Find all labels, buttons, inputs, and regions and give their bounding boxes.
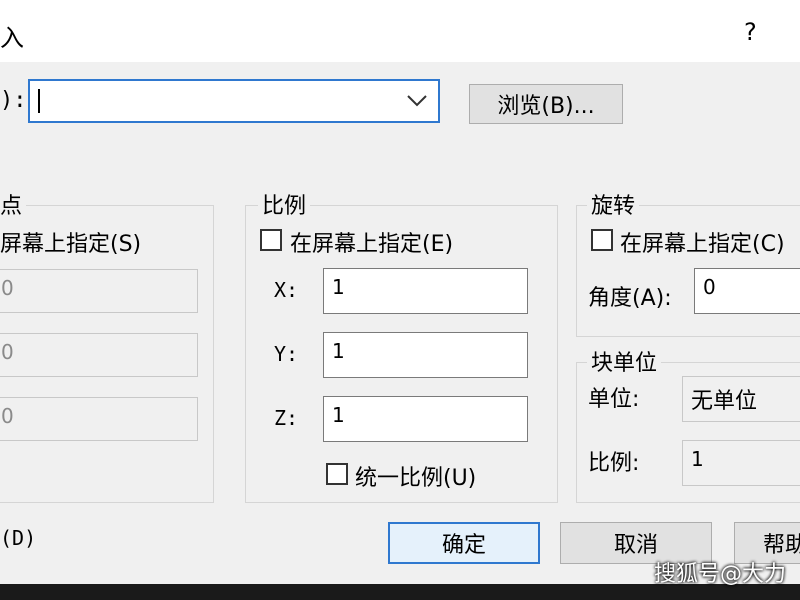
scale-y-label: Y: [274, 342, 299, 366]
uniform-scale-checkbox[interactable] [326, 463, 348, 485]
name-combobox[interactable] [28, 79, 440, 123]
unit-label: 单位: [588, 387, 640, 412]
rotation-group-title: 旋转 [587, 188, 640, 220]
window-title: 入 [0, 24, 24, 52]
angle-input[interactable]: 0 [694, 268, 800, 314]
scale-group-title: 比例 [258, 188, 311, 220]
name-label: ): [0, 88, 27, 113]
angle-label: 角度(A): [588, 286, 672, 311]
scale-x-label: X: [274, 278, 299, 302]
scale-x-input[interactable]: 1 [323, 268, 528, 314]
insertion-on-screen-label: 屏幕上指定(S) [0, 232, 142, 257]
explode-label[interactable]: (D) [0, 526, 36, 550]
rotation-on-screen-label: 在屏幕上指定(C) [620, 232, 785, 257]
scale-y-input[interactable]: 1 [323, 332, 528, 378]
help-icon[interactable]: ? [744, 18, 757, 46]
browse-button[interactable]: 浏览(B)... [469, 84, 623, 124]
insertion-y-field: 0 [0, 333, 198, 377]
block-unit-group-title: 块单位 [587, 345, 662, 377]
insertion-z-field: 0 [0, 397, 198, 441]
block-scale-value: 1 [682, 440, 800, 486]
scale-z-input[interactable]: 1 [323, 396, 528, 442]
ok-button[interactable]: 确定 [388, 522, 540, 564]
scale-z-label: Z: [274, 406, 299, 430]
uniform-scale-label: 统一比例(U) [355, 466, 477, 491]
chevron-down-icon[interactable] [406, 93, 428, 113]
text-caret [38, 89, 40, 113]
unit-value: 无单位 [682, 376, 800, 422]
insertion-group-title: 点 [0, 188, 27, 220]
insertion-x-field: 0 [0, 269, 198, 313]
block-scale-label: 比例: [588, 451, 640, 476]
scale-on-screen-checkbox[interactable] [260, 229, 282, 251]
watermark: 搜狐号@大力 [654, 562, 787, 587]
title-bar: 入 ? [0, 0, 800, 62]
scale-on-screen-label: 在屏幕上指定(E) [290, 232, 454, 257]
rotation-on-screen-checkbox[interactable] [591, 229, 613, 251]
